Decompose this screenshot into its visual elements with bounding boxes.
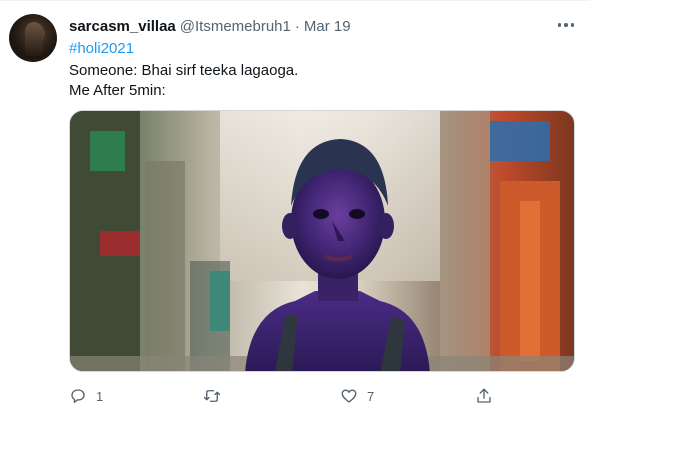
more-dot	[557, 23, 562, 27]
retweet-button[interactable]	[203, 385, 221, 407]
hashtag-link[interactable]: #holi2021	[69, 40, 134, 57]
like-count: 7	[367, 388, 375, 404]
like-icon	[341, 389, 357, 403]
avatar-figure	[25, 22, 43, 56]
photo-image	[70, 111, 574, 371]
user-handle[interactable]: @Itsmemebruh1	[180, 18, 291, 35]
tweet-text-line-2: Me After 5min:	[69, 82, 166, 99]
tweet-photo[interactable]	[69, 110, 575, 372]
divider	[0, 0, 590, 1]
share-icon	[477, 388, 491, 403]
reply-button[interactable]: 1	[69, 385, 103, 407]
tweet-actions: 1 7	[69, 385, 575, 407]
more-icon[interactable]	[556, 16, 576, 34]
display-name[interactable]: sarcasm_villaa	[69, 18, 176, 35]
more-dot	[564, 23, 568, 27]
tweet-card[interactable]: sarcasm_villaa @Itsmemebruh1 · Mar 19 #h…	[0, 0, 590, 464]
more-dot	[570, 23, 575, 27]
like-button[interactable]: 7	[340, 385, 374, 407]
tweet-header: sarcasm_villaa @Itsmemebruh1 · Mar 19	[69, 16, 351, 36]
tweet-date[interactable]: Mar 19	[304, 18, 351, 35]
share-button[interactable]	[475, 385, 493, 407]
reply-count: 1	[96, 388, 104, 404]
retweet-icon	[203, 390, 221, 402]
avatar[interactable]	[9, 14, 57, 62]
separator-dot: ·	[294, 17, 300, 35]
tweet-text-line-1: Someone: Bhai sirf teeka lagaoga.	[69, 62, 299, 79]
reply-icon	[71, 389, 85, 403]
